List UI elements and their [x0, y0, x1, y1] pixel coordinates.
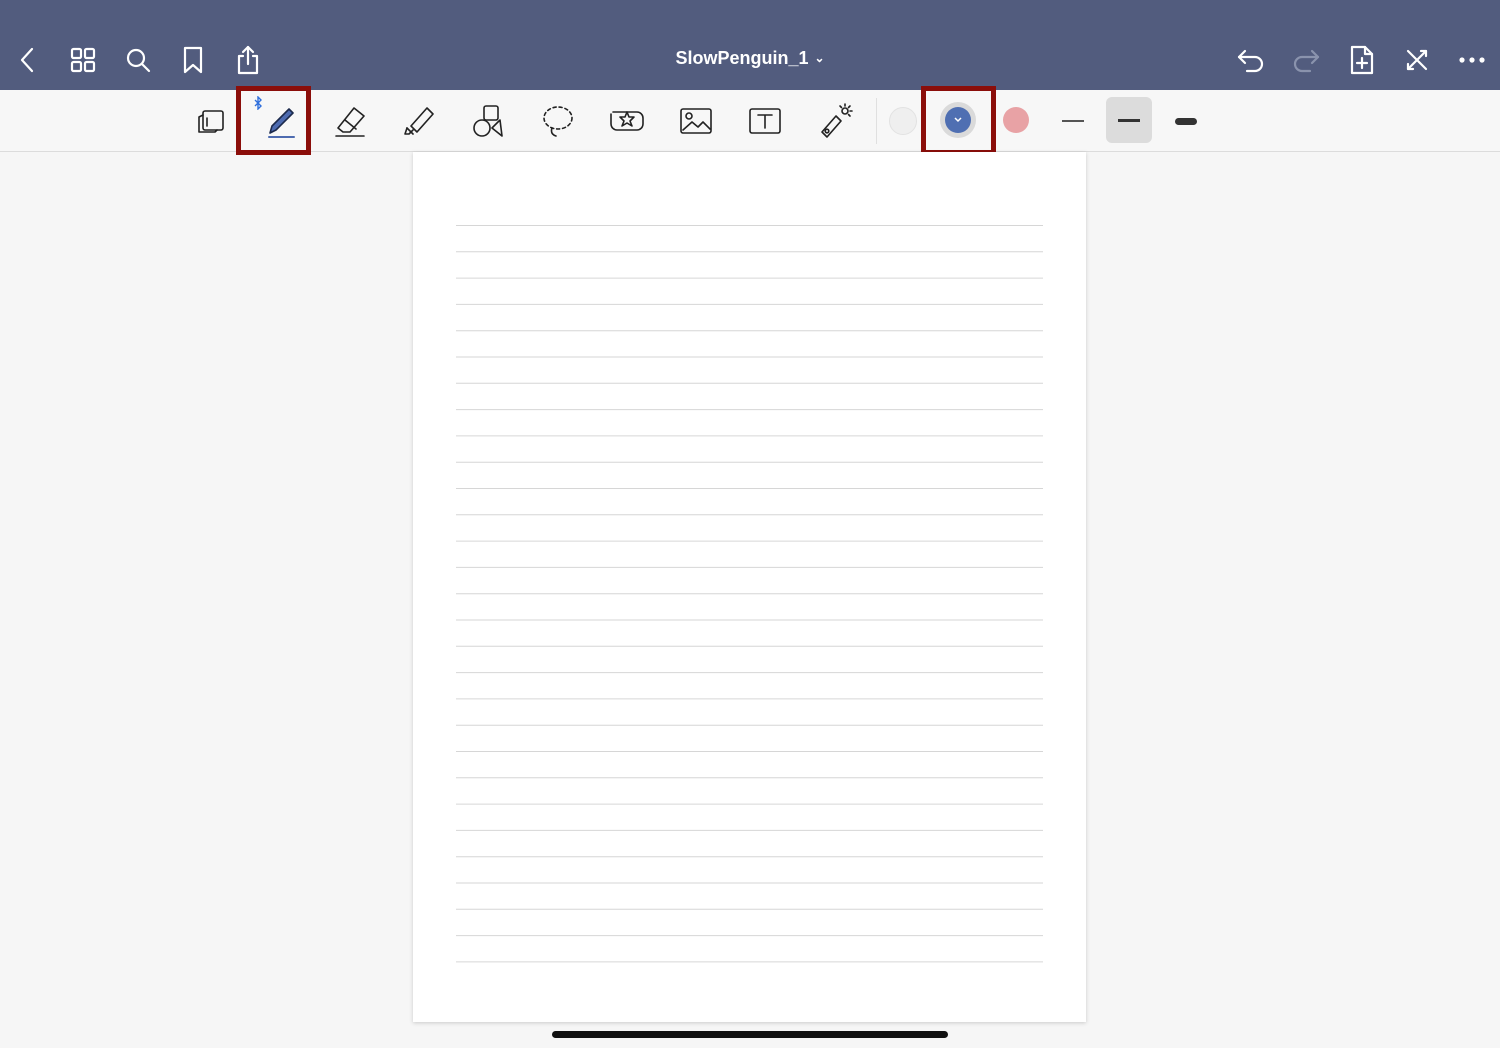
shapes-icon[interactable] [465, 98, 511, 144]
highlighter-icon[interactable] [396, 98, 442, 144]
read-mode-icon[interactable] [188, 98, 234, 144]
more-icon[interactable] [1452, 40, 1492, 80]
thickness-thin[interactable] [1050, 98, 1096, 144]
thick-line-icon [1175, 117, 1197, 125]
thin-line-icon [1062, 120, 1084, 122]
ruled-lines [456, 225, 1043, 963]
chevron-down-icon: ⌄ [814, 51, 825, 65]
redo-icon[interactable] [1286, 40, 1326, 80]
top-navigation-bar: SlowPenguin_1 ⌄ [0, 0, 1500, 90]
undo-icon[interactable] [1231, 40, 1271, 80]
document-title: SlowPenguin_1 [675, 48, 809, 68]
color-swatch-pink[interactable] [1003, 107, 1029, 133]
color-highlight-box [921, 86, 996, 155]
image-icon[interactable] [673, 98, 719, 144]
add-page-icon[interactable] [1342, 40, 1382, 80]
document-title-dropdown[interactable]: SlowPenguin_1 ⌄ [0, 48, 1500, 69]
drawing-toolbar [0, 90, 1500, 152]
close-cross-icon[interactable] [1397, 40, 1437, 80]
note-page[interactable] [413, 152, 1086, 1022]
laser-pointer-icon[interactable] [811, 98, 857, 144]
sticker-icon[interactable] [604, 98, 650, 144]
thickness-thick[interactable] [1163, 98, 1209, 144]
eraser-icon[interactable] [327, 98, 373, 144]
text-icon[interactable] [742, 98, 788, 144]
pen-tool-highlight-box [236, 86, 311, 155]
toolbar-divider [876, 98, 877, 144]
medium-line-icon [1118, 118, 1140, 122]
lasso-icon[interactable] [535, 98, 581, 144]
thickness-medium[interactable] [1106, 97, 1152, 143]
color-swatch-white[interactable] [889, 107, 917, 135]
home-indicator [552, 1031, 948, 1038]
